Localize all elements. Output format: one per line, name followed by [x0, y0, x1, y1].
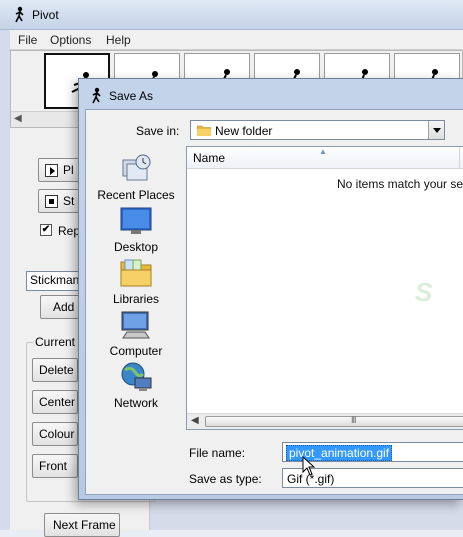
- dialog-title: Save As: [109, 89, 154, 103]
- dialog-body: Save in: New folder Recent Places Deskto…: [85, 109, 463, 495]
- watermark-logo: S: [415, 277, 433, 307]
- save-as-type-label: Save as type:: [189, 472, 262, 486]
- chevron-down-icon[interactable]: [428, 121, 444, 139]
- file-list-view[interactable]: ▲ Name No items match your se S ◀ III: [186, 146, 463, 430]
- front-button[interactable]: Front: [32, 454, 78, 478]
- main-title-bar[interactable]: Pivot: [0, 0, 463, 30]
- file-name-label: File name:: [189, 446, 246, 460]
- stop-button-label: St: [63, 194, 75, 208]
- menu-bar: File Options Help: [10, 30, 463, 50]
- place-desktop[interactable]: Desktop: [86, 204, 186, 254]
- column-header-name[interactable]: Name: [193, 151, 225, 165]
- menu-file[interactable]: File: [18, 33, 37, 47]
- place-label: Recent Places: [97, 188, 175, 202]
- list-header: ▲ Name: [187, 147, 463, 169]
- sort-ascending-icon: ▲: [319, 147, 327, 156]
- stop-icon: [45, 194, 58, 208]
- play-button-label: Pl: [63, 163, 74, 177]
- recent-places-icon: [122, 154, 151, 181]
- place-network[interactable]: Network: [86, 360, 186, 410]
- save-in-dropdown[interactable]: New folder: [190, 120, 445, 140]
- next-frame-button[interactable]: Next Frame: [44, 513, 120, 537]
- places-bar: Recent Places Desktop Libraries Computer…: [86, 142, 186, 442]
- pivot-stickman-icon: [92, 87, 101, 104]
- desktop-icon: [120, 207, 152, 234]
- empty-folder-message: No items match your se: [337, 177, 463, 191]
- save-as-dialog: Save As Save in: New folder Recent Place…: [78, 78, 463, 500]
- place-label: Libraries: [112, 292, 160, 306]
- center-button[interactable]: Center: [32, 390, 78, 414]
- place-label: Network: [113, 396, 158, 410]
- scroll-left-arrow-icon[interactable]: ◀: [14, 113, 22, 124]
- repeat-label: Rep: [58, 224, 81, 238]
- main-window-title: Pivot: [32, 8, 59, 22]
- save-in-label: Save in:: [136, 124, 180, 138]
- mouse-cursor-icon: [302, 456, 316, 476]
- menu-options[interactable]: Options: [50, 33, 91, 47]
- computer-icon: [121, 311, 150, 339]
- place-computer[interactable]: Computer: [86, 308, 186, 358]
- horizontal-scrollbar[interactable]: ◀ III: [187, 413, 463, 429]
- scrollbar-thumb[interactable]: III: [205, 415, 463, 427]
- place-libraries[interactable]: Libraries: [86, 256, 186, 306]
- libraries-icon: [120, 259, 152, 287]
- place-recent-places[interactable]: Recent Places: [86, 152, 186, 202]
- place-label: Computer: [109, 344, 163, 358]
- play-icon: [45, 163, 58, 177]
- folder-icon: [197, 125, 211, 136]
- menu-help[interactable]: Help: [106, 33, 131, 47]
- scroll-left-arrow-icon[interactable]: ◀: [191, 415, 199, 426]
- colour-button[interactable]: Colour: [32, 422, 78, 446]
- repeat-checkbox[interactable]: ✔: [40, 224, 52, 236]
- network-icon: [121, 362, 152, 391]
- place-label: Desktop: [113, 240, 159, 254]
- save-in-value: New folder: [215, 124, 273, 138]
- pivot-stickman-icon: [15, 6, 24, 23]
- column-divider[interactable]: [459, 147, 460, 169]
- delete-button[interactable]: Delete: [32, 358, 78, 382]
- scrollbar-grip: III: [351, 415, 356, 425]
